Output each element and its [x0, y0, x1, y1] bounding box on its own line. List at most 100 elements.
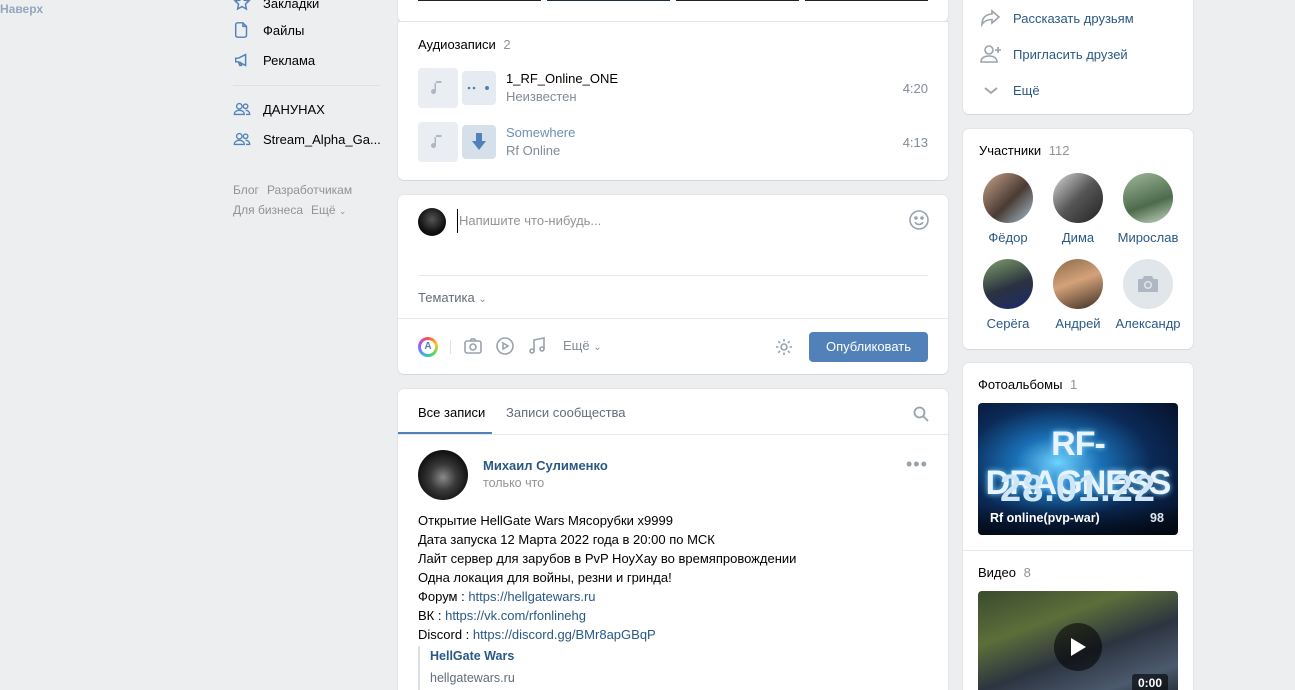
member-name[interactable]: Мирослав [1113, 230, 1183, 245]
audio-header[interactable]: Аудиозаписи 2 [418, 37, 511, 52]
camera-icon[interactable] [463, 336, 483, 356]
composer-more-button[interactable]: Ещё ⌄ [563, 338, 602, 353]
video-thumbnail[interactable]: 0:00 [978, 591, 1178, 690]
member-name[interactable]: Дима [1043, 230, 1113, 245]
avatar[interactable] [1053, 173, 1103, 223]
composer-more-label: Ещё [563, 338, 590, 353]
art-effects-icon[interactable]: A [418, 337, 438, 357]
publish-button[interactable]: Опубликовать [809, 332, 928, 362]
audio-track[interactable]: 1_RF_Online_ONE Неизвестен 4:20 [418, 67, 928, 109]
albums-card: Фотоальбомы 1 RF-DRAGNESS 28.01.22 Rf on… [963, 363, 1193, 690]
member-item[interactable]: Серёга [973, 259, 1043, 331]
track-artist[interactable]: Rf Online [506, 142, 903, 160]
avatar[interactable] [1053, 259, 1103, 309]
more-actions-button[interactable]: Ещё [979, 78, 1040, 102]
composer-divider [418, 275, 928, 276]
sidebar-item-ads[interactable]: Реклама [233, 51, 315, 69]
emoji-icon[interactable] [908, 209, 930, 231]
track-title[interactable]: Somewhere [506, 124, 903, 142]
album-photo-count: 98 [1150, 511, 1164, 525]
chevron-down-icon [979, 78, 1003, 102]
albums-header[interactable]: Фотоальбомы 1 [978, 377, 1077, 392]
link-snippet-title[interactable]: HellGate Wars [430, 649, 514, 663]
tab-all-posts[interactable]: Все записи [418, 405, 485, 420]
music-note-icon [431, 81, 442, 94]
sidebar-item-files[interactable]: Файлы [233, 21, 304, 39]
track-title[interactable]: 1_RF_Online_ONE [506, 70, 903, 88]
blog-link[interactable]: Блог [233, 183, 259, 197]
post-author-name[interactable]: Михаил Сулименко [483, 458, 608, 473]
post-line: Открытие HellGate Wars Мясорубки x9999 [418, 513, 673, 528]
avatar[interactable] [983, 259, 1033, 309]
sidebar-item-label: Закладки [263, 0, 320, 11]
composer-input[interactable]: Напишите что-нибудь... [457, 209, 897, 233]
track-download-button[interactable] [462, 125, 496, 159]
member-item[interactable]: Александр [1113, 259, 1183, 331]
composer-avatar[interactable] [418, 208, 446, 236]
gear-icon[interactable] [774, 337, 794, 357]
videos-title: Видео [978, 565, 1016, 580]
invite-label: Пригласить друзей [1013, 46, 1128, 62]
search-icon[interactable] [913, 406, 929, 422]
photo-thumb[interactable] [676, 0, 799, 1]
post-text: Открытие HellGate Wars Мясорубки x9999 Д… [418, 511, 928, 644]
group-actions-card: Рассказать друзьям Пригласить друзей Ещё [963, 0, 1193, 114]
sidebar-group-stream[interactable]: Stream_Alpha_Ga... [233, 130, 381, 148]
back-to-top-link[interactable]: Наверх [0, 2, 43, 16]
photos-strip-card [398, 0, 948, 22]
topic-selector[interactable]: Тематика ⌄ [418, 290, 487, 305]
avatar[interactable] [1123, 173, 1173, 223]
camera-placeholder-icon [1138, 276, 1158, 292]
sidebar-item-bookmarks[interactable]: Закладки [233, 0, 319, 12]
invite-friends-button[interactable]: Пригласить друзей [979, 42, 1128, 66]
track-cover[interactable] [418, 68, 458, 108]
play-button[interactable] [1054, 623, 1102, 671]
music-icon[interactable] [527, 336, 547, 356]
avatar[interactable] [983, 173, 1033, 223]
photo-thumb[interactable] [805, 0, 928, 1]
members-title: Участники [979, 143, 1042, 158]
member-name[interactable]: Андрей [1043, 316, 1113, 331]
track-cover[interactable] [418, 122, 458, 162]
avatar[interactable] [1123, 259, 1173, 309]
post-line-forum: Форум : https://hellgatewars.ru [418, 587, 928, 606]
member-item[interactable]: Фёдор [973, 173, 1043, 245]
track-waveform-button[interactable] [462, 71, 496, 105]
photo-thumb[interactable] [547, 0, 670, 1]
members-card: Участники 112 Фёдор Дима Мирослав Серёга… [963, 129, 1193, 349]
share-friends-button[interactable]: Рассказать друзьям [979, 6, 1134, 30]
snippet-bar [418, 646, 420, 690]
member-name[interactable]: Александр [1113, 316, 1183, 331]
download-arrow-icon [472, 133, 486, 150]
member-item[interactable]: Мирослав [1113, 173, 1183, 245]
member-name[interactable]: Фёдор [973, 230, 1043, 245]
users-icon [233, 130, 251, 148]
post-author-avatar[interactable] [418, 450, 468, 500]
developers-link[interactable]: Разработчикам [267, 183, 352, 197]
sidebar-group-danunah[interactable]: ДАНУНАХ [233, 100, 325, 118]
post-line: Дата запуска 12 Марта 2022 года в 20:00 … [418, 532, 715, 547]
member-item[interactable]: Андрей [1043, 259, 1113, 331]
album-cover[interactable]: RF-DRAGNESS 28.01.22 Rf online(pvp-war) … [978, 403, 1178, 535]
share-icon [979, 6, 1003, 30]
members-header[interactable]: Участники 112 [979, 143, 1069, 158]
post-menu-icon[interactable]: ••• [906, 455, 928, 473]
member-name[interactable]: Серёга [973, 316, 1043, 331]
vk-link[interactable]: https://vk.com/rfonlinehg [445, 608, 586, 623]
videos-header[interactable]: Видео 8 [978, 565, 1031, 580]
tab-community-posts[interactable]: Записи сообщества [506, 405, 626, 420]
business-link[interactable]: Для бизнеса [233, 203, 303, 217]
forum-link[interactable]: https://hellgatewars.ru [468, 589, 595, 604]
discord-prefix: Discord : [418, 627, 473, 642]
track-artist[interactable]: Неизвестен [506, 88, 903, 106]
track-duration: 4:13 [902, 134, 928, 150]
post-line-discord: Discord : https://discord.gg/BMr8apGBqP [418, 625, 928, 644]
audio-track[interactable]: Somewhere Rf Online 4:13 [418, 121, 928, 163]
member-item[interactable]: Дима [1043, 173, 1113, 245]
footer-more-link[interactable]: Ещё ⌄ [311, 203, 346, 217]
video-icon[interactable] [495, 336, 515, 356]
link-snippet-domain[interactable]: hellgatewars.ru [430, 671, 515, 685]
post-time[interactable]: только что [483, 476, 544, 490]
discord-link[interactable]: https://discord.gg/BMr8apGBqP [473, 627, 656, 642]
photo-thumb[interactable] [418, 0, 541, 1]
